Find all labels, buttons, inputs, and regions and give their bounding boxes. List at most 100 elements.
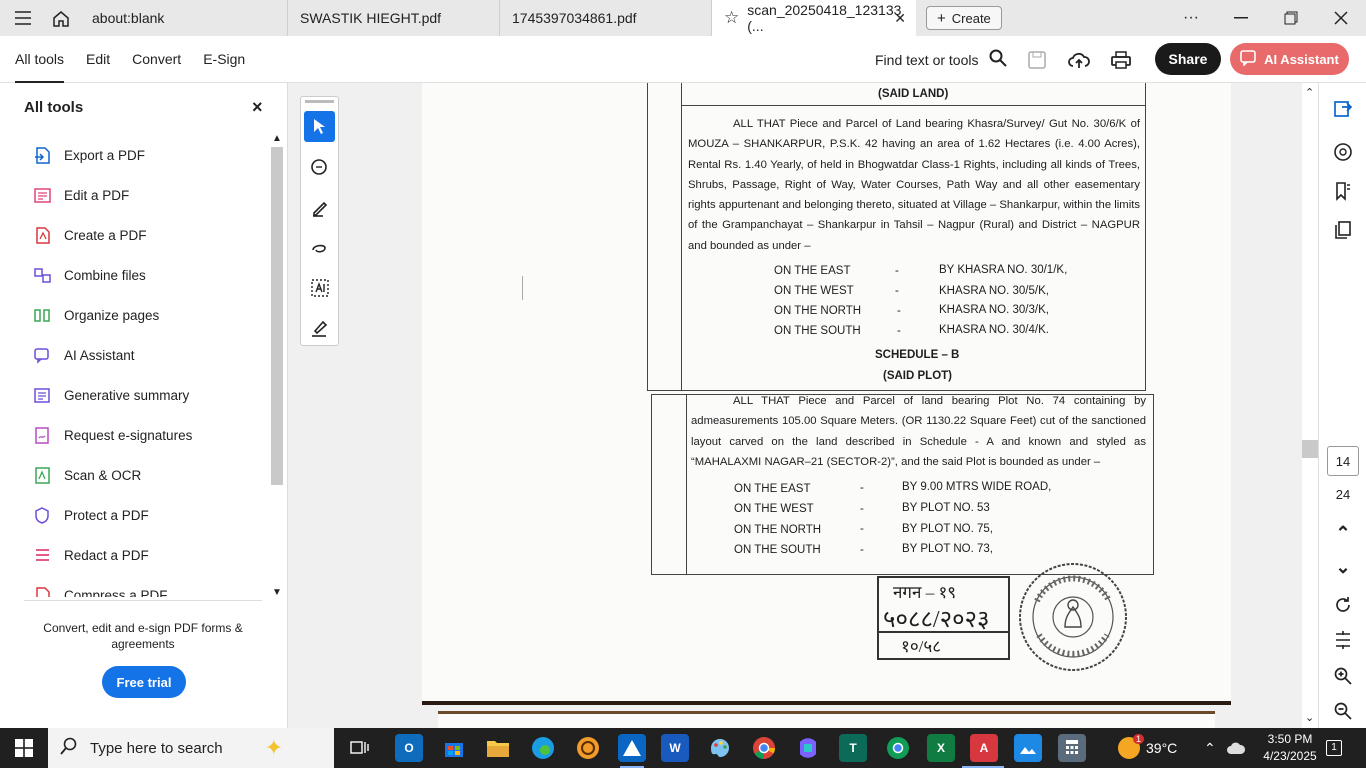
chevron-up-icon[interactable]: ⌃ xyxy=(1305,86,1314,99)
notifications-icon[interactable]: 1 xyxy=(1326,728,1342,768)
comment-icon[interactable] xyxy=(304,152,335,183)
ai-assistant-button[interactable]: AI Assistant xyxy=(1230,43,1349,75)
windows-start-icon[interactable] xyxy=(0,728,48,768)
tool-scan-ocr[interactable]: Scan & OCR xyxy=(0,455,270,495)
window-controls: ··· xyxy=(1166,0,1366,36)
text-recognition-icon[interactable] xyxy=(304,272,335,303)
zoom-out-icon[interactable] xyxy=(1331,699,1355,723)
bound-value: BY 9.00 MTRS WIDE ROAD, xyxy=(902,481,1052,493)
scrollbar-thumb[interactable] xyxy=(1302,440,1318,458)
pages-rail-icon[interactable] xyxy=(1331,218,1355,242)
refresh-icon[interactable] xyxy=(1331,593,1355,617)
star-icon[interactable]: ☆ xyxy=(724,8,739,28)
plus-icon: + xyxy=(937,9,946,27)
tool-request-esignatures[interactable]: Request e-signatures xyxy=(0,415,270,455)
bound-value: KHASRA NO. 30/5/K, xyxy=(939,285,1049,297)
find-text-or-tools[interactable]: Find text or tools xyxy=(875,36,1007,83)
highlight-pen-icon[interactable] xyxy=(304,192,335,223)
bound-side: ON THE SOUTH xyxy=(734,544,821,556)
right-rail: 14 24 ⌃ ⌄ xyxy=(1318,83,1366,728)
app-toolbar: All tools Edit Convert E-Sign Find text … xyxy=(0,36,1366,83)
tool-organize-pages[interactable]: Organize pages xyxy=(0,295,270,335)
close-window-icon[interactable] xyxy=(1316,0,1366,36)
export-pdf-rail-icon[interactable] xyxy=(1331,96,1355,120)
zoom-in-icon[interactable] xyxy=(1331,664,1355,688)
excel-icon[interactable]: X xyxy=(927,734,955,762)
acrobat-icon[interactable]: A xyxy=(970,734,998,762)
system-clock[interactable]: 3:50 PM 4/23/2025 xyxy=(1255,731,1325,765)
drag-handle[interactable] xyxy=(305,100,334,103)
tool-combine-files[interactable]: Combine files xyxy=(0,255,270,295)
copilot-sparkle-icon[interactable]: ✦ xyxy=(265,735,283,761)
menu-all-tools[interactable]: All tools xyxy=(15,36,65,83)
close-panel-icon[interactable]: × xyxy=(252,97,263,118)
show-hidden-icons[interactable]: ⌃ xyxy=(1204,728,1216,768)
menu-convert[interactable]: Convert xyxy=(132,36,181,83)
bound-side: ON THE NORTH xyxy=(774,305,862,317)
print-icon[interactable] xyxy=(1109,48,1133,72)
hamburger-menu-icon[interactable] xyxy=(0,0,46,36)
taskbar-search-box[interactable]: Type here to search ✦ xyxy=(48,728,334,768)
paint-icon[interactable] xyxy=(706,734,734,762)
menu-esign[interactable]: E-Sign xyxy=(203,36,245,83)
chevron-down-icon[interactable]: ▼ xyxy=(272,587,282,598)
more-options-icon[interactable]: ··· xyxy=(1166,0,1216,36)
panel-scrollbar[interactable]: ▲ ▼ xyxy=(270,133,284,603)
current-page-input[interactable]: 14 xyxy=(1327,446,1359,476)
draw-freehand-icon[interactable] xyxy=(304,232,335,263)
save-icon[interactable] xyxy=(1025,48,1049,72)
tally-icon[interactable]: T xyxy=(839,734,867,762)
chevron-down-icon[interactable]: ⌄ xyxy=(1305,711,1314,724)
sign-pen-icon[interactable] xyxy=(304,312,335,343)
tool-label: Request e-signatures xyxy=(64,427,193,443)
create-button[interactable]: + Create xyxy=(926,6,1002,30)
share-button[interactable]: Share xyxy=(1155,43,1221,75)
chevron-up-icon[interactable]: ▲ xyxy=(272,133,282,144)
menu-edit[interactable]: Edit xyxy=(86,36,110,83)
bookmarks-rail-icon[interactable] xyxy=(1331,179,1355,203)
tab-scan-20250418[interactable]: ☆ scan_20250418_123133 (... ✕ xyxy=(712,0,916,36)
tool-export-pdf[interactable]: Export a PDF xyxy=(0,135,270,175)
app-icon-orange[interactable] xyxy=(574,734,602,762)
home-icon[interactable] xyxy=(46,0,76,36)
document-scrollbar[interactable]: ⌃ ⌄ xyxy=(1302,83,1318,728)
tool-edit-pdf[interactable]: Edit a PDF xyxy=(0,175,270,215)
minimize-icon[interactable] xyxy=(1216,0,1266,36)
network-cloud-icon[interactable] xyxy=(1226,728,1246,768)
app-icon-blue-triangle[interactable] xyxy=(618,734,646,762)
free-trial-button[interactable]: Free trial xyxy=(102,666,186,698)
fit-page-icon[interactable] xyxy=(1331,628,1355,652)
document-viewport[interactable]: (SAID LAND) ALL THAT Piece and Parcel of… xyxy=(289,83,1318,728)
word-icon[interactable]: W xyxy=(661,734,689,762)
scrollbar-thumb[interactable] xyxy=(271,147,283,485)
close-tab-icon[interactable]: ✕ xyxy=(894,10,906,27)
select-cursor-icon[interactable] xyxy=(304,111,335,142)
bound-value: BY PLOT NO. 75, xyxy=(902,523,993,535)
photos-icon[interactable] xyxy=(1014,734,1042,762)
chrome-profile-icon[interactable] xyxy=(884,734,912,762)
comments-rail-icon[interactable] xyxy=(1331,140,1355,164)
tool-ai-assistant[interactable]: AI Assistant xyxy=(0,335,270,375)
store-icon[interactable] xyxy=(440,734,468,762)
chrome-icon[interactable] xyxy=(750,734,778,762)
restore-icon[interactable] xyxy=(1266,0,1316,36)
tool-protect-pdf[interactable]: Protect a PDF xyxy=(0,495,270,535)
task-view-icon[interactable] xyxy=(346,734,374,762)
tool-create-pdf[interactable]: Create a PDF xyxy=(0,215,270,255)
tool-redact-pdf[interactable]: Redact a PDF xyxy=(0,535,270,575)
tab-swastik-hieght[interactable]: SWASTIK HIEGHT.pdf xyxy=(288,0,500,36)
calculator-icon[interactable] xyxy=(1058,734,1086,762)
file-explorer-icon[interactable] xyxy=(484,734,512,762)
tab-1745397034861[interactable]: 1745397034861.pdf xyxy=(500,0,712,36)
edge-icon[interactable] xyxy=(529,734,557,762)
previous-page-icon[interactable]: ⌃ xyxy=(1331,521,1355,545)
outlook-icon[interactable]: O xyxy=(395,734,423,762)
tool-generative-summary[interactable]: Generative summary xyxy=(0,375,270,415)
tool-compress-pdf[interactable]: Compress a PDF xyxy=(0,575,270,597)
next-page-icon[interactable]: ⌄ xyxy=(1331,555,1355,579)
weather-widget[interactable]: 1 39°C xyxy=(1118,728,1177,768)
tool-label: AI Assistant xyxy=(64,347,135,363)
upload-cloud-icon[interactable] xyxy=(1067,48,1091,72)
microsoft-365-icon[interactable] xyxy=(794,734,822,762)
tab-about-blank[interactable]: about:blank xyxy=(76,0,288,36)
